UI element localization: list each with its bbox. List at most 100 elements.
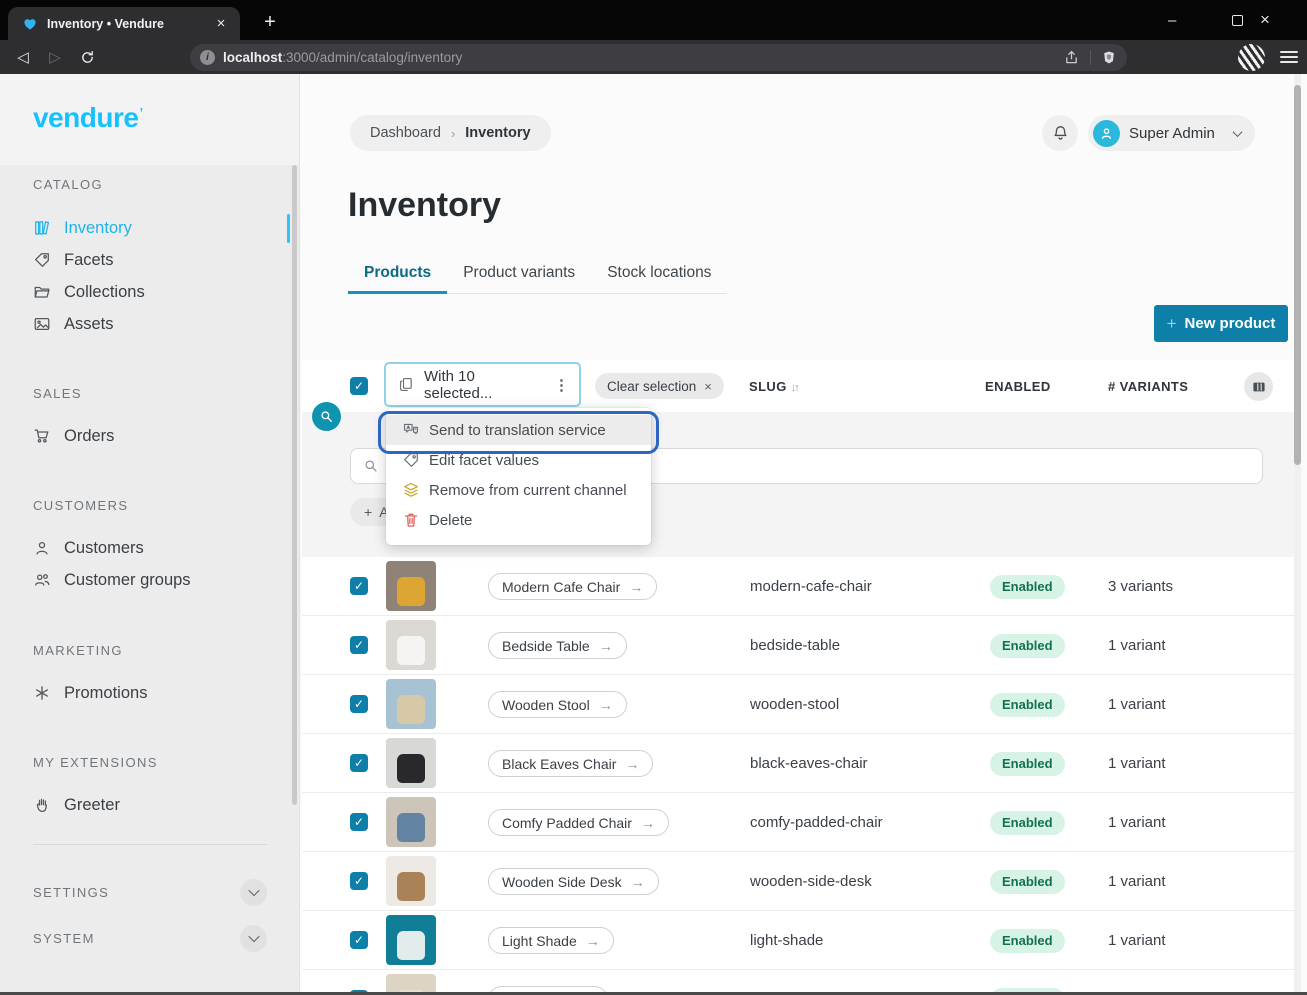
kebab-icon[interactable]: ⋮ <box>554 376 569 394</box>
select-all-checkbox[interactable]: ✓ <box>350 377 368 395</box>
variant-count: 1 variant <box>1108 696 1166 713</box>
window-maximize-button[interactable] <box>1214 0 1260 40</box>
sidebar-section-system[interactable]: SYSTEM <box>33 920 267 956</box>
reload-icon[interactable] <box>71 49 103 66</box>
browser-menu-icon[interactable] <box>1280 47 1298 67</box>
sidebar-item-customer-groups[interactable]: Customer groups <box>33 565 191 595</box>
sidebar-item-orders[interactable]: Orders <box>33 421 114 451</box>
close-icon[interactable]: × <box>704 379 712 394</box>
back-icon[interactable]: ◁ <box>7 48 39 66</box>
notifications-button[interactable] <box>1042 115 1078 151</box>
main-content: Dashboard › Inventory Super Admin Invent… <box>300 74 1307 992</box>
user-menu[interactable]: Super Admin <box>1088 115 1255 151</box>
avatar <box>1093 120 1120 147</box>
product-name-chip[interactable]: Light Shade→ <box>488 927 614 954</box>
section-title-catalog: CATALOG <box>33 177 103 192</box>
image-icon <box>33 315 51 333</box>
row-checkbox[interactable]: ✓ <box>350 754 368 772</box>
sidebar-section-settings[interactable]: SETTINGS <box>33 874 267 910</box>
sidebar-item-inventory[interactable]: Inventory <box>33 213 132 243</box>
menu-item-edit-facet-values[interactable]: Edit facet values <box>386 445 651 475</box>
sidebar-item-assets[interactable]: Assets <box>33 309 114 339</box>
status-badge: Enabled <box>990 575 1065 599</box>
clear-selection-chip[interactable]: Clear selection × <box>595 373 724 399</box>
row-checkbox[interactable]: ✓ <box>350 577 368 595</box>
arrow-right-icon: → <box>586 933 600 949</box>
breadcrumb[interactable]: Dashboard › Inventory <box>350 115 551 151</box>
menu-item-delete[interactable]: Delete <box>386 505 651 535</box>
chevron-down-icon <box>248 885 259 896</box>
row-checkbox[interactable]: ✓ <box>350 695 368 713</box>
product-name-chip[interactable]: Wooden Stool→ <box>488 691 627 718</box>
table-row-bedside-table[interactable]: ✓ Bedside Table→ bedside-table Enabled 1… <box>302 616 1294 675</box>
breadcrumb-dashboard[interactable]: Dashboard <box>370 125 441 141</box>
arrow-right-icon: → <box>599 638 613 654</box>
table-row-comfy-padded-chair[interactable]: ✓ Comfy Padded Chair→ comfy-padded-chair… <box>302 793 1294 852</box>
table-row-black-eaves-chair[interactable]: ✓ Black Eaves Chair→ black-eaves-chair E… <box>302 734 1294 793</box>
menu-item-send-to-translation[interactable]: Send to translation service <box>386 415 651 445</box>
row-checkbox[interactable]: ✓ <box>350 813 368 831</box>
settings-expand-button[interactable] <box>240 879 267 906</box>
sort-icon[interactable]: ↓↑ <box>791 382 798 394</box>
vendure-logo[interactable]: vendure’ <box>33 102 143 134</box>
forward-icon[interactable]: ▷ <box>39 48 71 66</box>
user-icon <box>1099 126 1114 141</box>
section-title-my-extensions: MY EXTENSIONS <box>33 755 158 770</box>
status-badge: Enabled <box>990 752 1065 776</box>
tab-close-icon[interactable]: × <box>212 15 230 32</box>
table-row-wooden-stool[interactable]: ✓ Wooden Stool→ wooden-stool Enabled 1 v… <box>302 675 1294 734</box>
tab-products[interactable]: Products <box>348 258 447 293</box>
row-checkbox[interactable]: ✓ <box>350 872 368 890</box>
product-slug: comfy-padded-chair <box>750 814 883 831</box>
table-row-wooden-side-desk[interactable]: ✓ Wooden Side Desk→ wooden-side-desk Ena… <box>302 852 1294 911</box>
site-info-icon[interactable]: i <box>200 50 215 65</box>
sidebar-item-facets[interactable]: Facets <box>33 245 114 275</box>
chevron-down-icon <box>1233 127 1243 137</box>
table-row-partial[interactable]: ✓ Enabled <box>302 970 1294 992</box>
sidebar-scrollbar[interactable] <box>292 165 297 805</box>
window-close-button[interactable]: × <box>1260 0 1306 40</box>
share-icon[interactable] <box>1063 49 1080 66</box>
brave-shield-icon[interactable] <box>1101 49 1117 66</box>
product-name-chip[interactable]: Wooden Side Desk→ <box>488 868 659 895</box>
product-thumbnail <box>386 974 436 992</box>
chevron-right-icon: › <box>451 126 455 141</box>
row-checkbox[interactable]: ✓ <box>350 636 368 654</box>
page-scrollbar-thumb[interactable] <box>1294 85 1301 465</box>
tab-product-variants[interactable]: Product variants <box>447 258 591 293</box>
new-tab-button[interactable]: + <box>256 9 284 35</box>
column-header-variants[interactable]: # VARIANTS <box>1108 379 1188 394</box>
search-icon <box>363 458 379 474</box>
quick-search-button[interactable] <box>312 402 341 431</box>
tag-icon <box>402 451 420 469</box>
page-scrollbar[interactable] <box>1294 74 1301 992</box>
product-name-chip[interactable]: Modern Cafe Chair→ <box>488 573 657 600</box>
sidebar-item-collections[interactable]: Collections <box>33 277 145 307</box>
sidebar-item-customers[interactable]: Customers <box>33 533 144 563</box>
new-product-button[interactable]: + New product <box>1154 305 1288 342</box>
window-minimize-button[interactable]: – <box>1168 0 1214 40</box>
product-thumbnail <box>386 856 436 906</box>
product-name-chip[interactable]: Bedside Table→ <box>488 632 627 659</box>
row-checkbox[interactable]: ✓ <box>350 931 368 949</box>
bulk-actions-button[interactable]: With 10 selected... ⋮ <box>384 362 581 407</box>
table-row-modern-cafe-chair[interactable]: ✓ Modern Cafe Chair→ modern-cafe-chair E… <box>302 557 1294 616</box>
product-thumbnail <box>386 915 436 965</box>
table-row-light-shade[interactable]: ✓ Light Shade→ light-shade Enabled 1 var… <box>302 911 1294 970</box>
column-header-enabled[interactable]: ENABLED <box>985 379 1051 394</box>
people-icon <box>33 571 51 589</box>
tab-stock-locations[interactable]: Stock locations <box>591 258 727 293</box>
sidebar-item-greeter[interactable]: Greeter <box>33 790 120 820</box>
system-expand-button[interactable] <box>240 925 267 952</box>
browser-profile-avatar[interactable] <box>1238 44 1265 71</box>
column-settings-button[interactable] <box>1244 372 1273 401</box>
url-bar[interactable]: i localhost :3000/admin/catalog/inventor… <box>190 44 1127 71</box>
sidebar-item-promotions[interactable]: Promotions <box>33 678 147 708</box>
browser-tab[interactable]: Inventory • Vendure × <box>8 7 240 40</box>
layers-icon <box>402 481 420 499</box>
product-name-chip[interactable]: Black Eaves Chair→ <box>488 750 653 777</box>
menu-item-remove-from-channel[interactable]: Remove from current channel <box>386 475 651 505</box>
column-header-slug[interactable]: SLUG↓↑ <box>749 379 798 394</box>
variant-count: 1 variant <box>1108 873 1166 890</box>
product-name-chip[interactable]: Comfy Padded Chair→ <box>488 809 669 836</box>
